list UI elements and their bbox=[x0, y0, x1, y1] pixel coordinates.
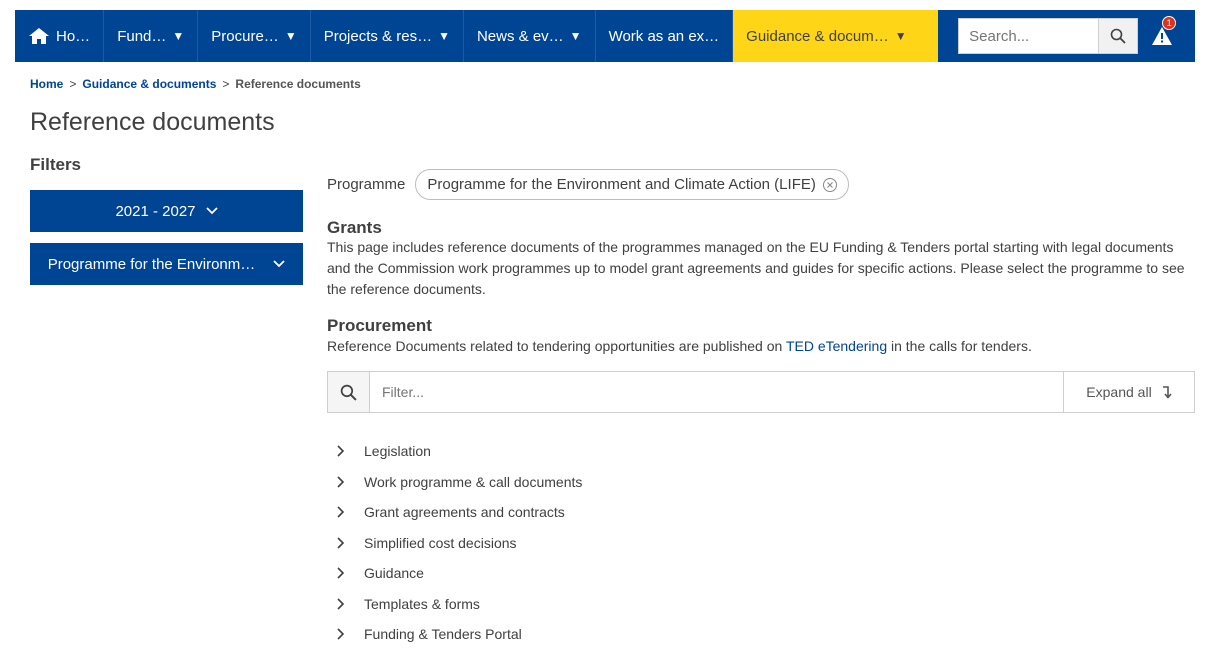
caret-down-icon: ▼ bbox=[284, 29, 297, 43]
search-button[interactable] bbox=[1098, 18, 1139, 54]
breadcrumb-current: Reference documents bbox=[235, 77, 361, 91]
procurement-description: Reference Documents related to tendering… bbox=[327, 336, 1187, 357]
home-icon bbox=[29, 28, 49, 44]
chevron-down-icon bbox=[273, 260, 285, 268]
chevron-right-icon bbox=[337, 506, 345, 518]
chevron-right-icon bbox=[337, 628, 345, 640]
caret-down-icon: ▼ bbox=[438, 29, 450, 43]
accordion-item-templates[interactable]: Templates & forms bbox=[336, 589, 582, 620]
period-filter-button[interactable]: 2021 - 2027 bbox=[30, 190, 303, 232]
document-filter-bar: Expand all bbox=[327, 371, 1195, 413]
period-filter-label: 2021 - 2027 bbox=[115, 202, 196, 220]
breadcrumb-separator: > bbox=[69, 77, 77, 91]
programme-chip-label: Programme for the Environment and Climat… bbox=[427, 176, 816, 193]
accordion-label: Guidance bbox=[364, 565, 424, 582]
chevron-down-icon bbox=[205, 207, 218, 215]
chevron-right-icon bbox=[337, 476, 345, 488]
nav-item-funding[interactable]: Fund… ▼ bbox=[104, 10, 199, 62]
nav-item-projects[interactable]: Projects & res… ▼ bbox=[311, 10, 464, 62]
grants-heading: Grants bbox=[327, 218, 382, 237]
programme-filter-row: Programme Programme for the Environment … bbox=[327, 169, 849, 200]
document-categories-list: Legislation Work programme & call docume… bbox=[336, 436, 582, 648]
close-circle-icon[interactable] bbox=[822, 177, 838, 193]
breadcrumb-home[interactable]: Home bbox=[30, 77, 63, 91]
accordion-item-work-programme[interactable]: Work programme & call documents bbox=[336, 467, 582, 498]
programme-filter-label: Programme for the Environm… bbox=[47, 255, 256, 273]
nav-item-label: Ho… bbox=[56, 27, 91, 45]
nav-item-label: Projects & res… bbox=[323, 27, 433, 45]
chevron-right-icon bbox=[337, 598, 345, 610]
nav-item-label: News & ev… bbox=[476, 27, 564, 45]
nav-item-procurement[interactable]: Procure… ▼ bbox=[198, 10, 311, 62]
page-title: Reference documents bbox=[30, 108, 275, 136]
accordion-item-simplified-cost[interactable]: Simplified cost decisions bbox=[336, 528, 582, 559]
breadcrumb-separator: > bbox=[222, 77, 230, 91]
chevron-right-icon bbox=[337, 537, 345, 549]
caret-down-icon: ▼ bbox=[894, 29, 907, 43]
nav-search bbox=[958, 10, 1139, 62]
filters-heading: Filters bbox=[30, 155, 82, 174]
nav-item-label: Work as an ex… bbox=[608, 27, 720, 45]
accordion-item-funding-tenders-portal[interactable]: Funding & Tenders Portal bbox=[336, 619, 582, 648]
notification-badge: 1 bbox=[1162, 16, 1177, 30]
accordion-label: Templates & forms bbox=[364, 595, 480, 612]
breadcrumb-guidance[interactable]: Guidance & documents bbox=[82, 77, 216, 91]
accordion-item-guidance[interactable]: Guidance bbox=[336, 558, 582, 589]
caret-down-icon: ▼ bbox=[172, 29, 185, 43]
accordion-item-grant-agreements[interactable]: Grant agreements and contracts bbox=[336, 497, 582, 528]
nav-item-news[interactable]: News & ev… ▼ bbox=[464, 10, 596, 62]
notifications-button[interactable]: 1 bbox=[1144, 10, 1180, 62]
programme-label: Programme bbox=[327, 176, 406, 193]
document-filter-input[interactable] bbox=[370, 372, 1063, 412]
top-navigation: Ho… Fund… ▼ Procure… ▼ Projects & res… ▼… bbox=[15, 10, 1195, 62]
accordion-label: Simplified cost decisions bbox=[364, 534, 517, 551]
caret-down-icon: ▼ bbox=[569, 29, 582, 43]
breadcrumb: Home > Guidance & documents > Reference … bbox=[30, 77, 361, 91]
nav-item-work-as-expert[interactable]: Work as an ex… bbox=[596, 10, 734, 62]
nav-item-guidance[interactable]: Guidance & docum… ▼ bbox=[733, 10, 939, 62]
chevron-right-icon bbox=[337, 567, 345, 579]
procurement-text-before: Reference Documents related to tendering… bbox=[327, 338, 786, 354]
ted-etendering-link[interactable]: TED eTendering bbox=[786, 338, 887, 354]
search-input[interactable] bbox=[958, 18, 1099, 54]
programme-chip: Programme for the Environment and Climat… bbox=[415, 169, 849, 200]
expand-all-button[interactable]: Expand all bbox=[1063, 372, 1194, 412]
procurement-heading: Procurement bbox=[327, 316, 432, 335]
accordion-label: Grant agreements and contracts bbox=[364, 504, 565, 521]
accordion-label: Funding & Tenders Portal bbox=[364, 626, 522, 643]
accordion-label: Legislation bbox=[364, 443, 431, 460]
chevron-right-icon bbox=[337, 445, 345, 457]
accordion-item-legislation[interactable]: Legislation bbox=[336, 436, 582, 467]
grants-description: This page includes reference documents o… bbox=[327, 239, 1185, 297]
filter-search-icon-box bbox=[328, 372, 370, 412]
nav-item-label: Fund… bbox=[117, 27, 167, 45]
nav-item-home[interactable]: Ho… bbox=[15, 10, 105, 62]
nav-item-label: Guidance & docum… bbox=[746, 27, 889, 45]
search-icon bbox=[340, 384, 357, 401]
programme-filter-button[interactable]: Programme for the Environm… bbox=[30, 243, 303, 285]
expand-all-label: Expand all bbox=[1086, 384, 1152, 400]
search-icon bbox=[1110, 28, 1126, 44]
procurement-text-after: in the calls for tenders. bbox=[887, 338, 1032, 354]
arrow-down-icon bbox=[1162, 386, 1172, 399]
accordion-label: Work programme & call documents bbox=[364, 473, 583, 490]
nav-item-label: Procure… bbox=[211, 27, 279, 45]
